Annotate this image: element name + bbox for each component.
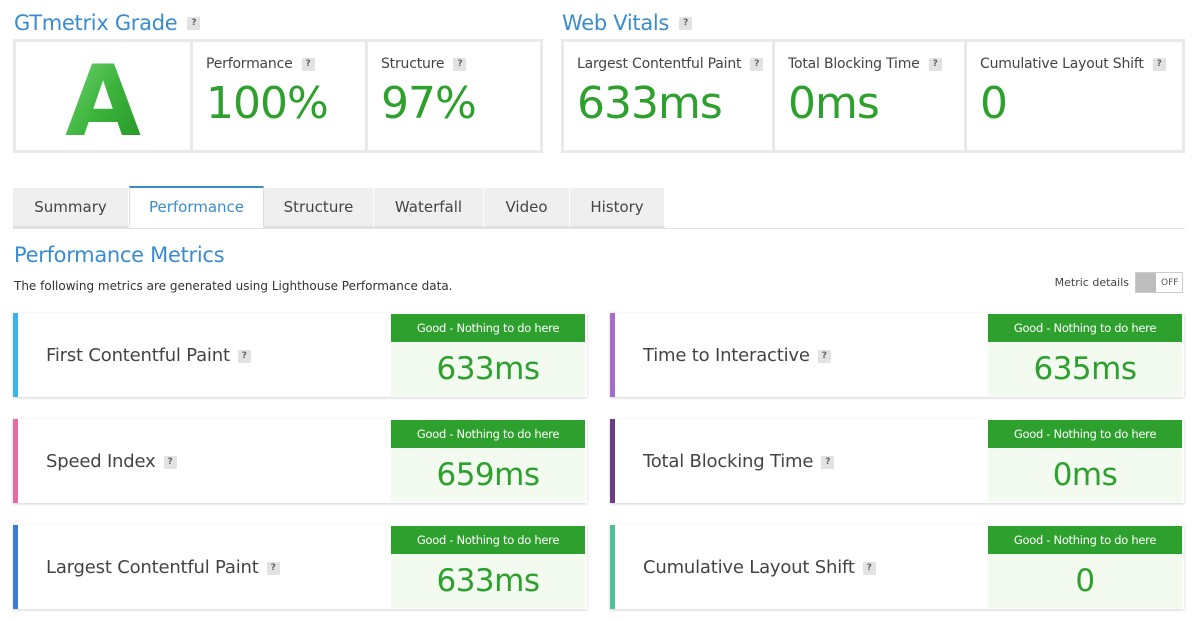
grade-letter-graphic: A xyxy=(65,51,141,141)
metric-details-label: Metric details xyxy=(1054,276,1129,289)
help-icon[interactable]: ? xyxy=(817,349,831,363)
metric-color-bar xyxy=(610,419,615,503)
metric-value: 633ms xyxy=(391,342,585,396)
tab-history[interactable]: History xyxy=(570,188,665,228)
toggle-knob xyxy=(1136,273,1156,292)
help-icon[interactable]: ? xyxy=(187,16,201,30)
status-badge: Good - Nothing to do here xyxy=(391,314,585,342)
metric-card-speed-index: Speed Index? Good - Nothing to do here 6… xyxy=(13,419,587,503)
help-icon[interactable]: ? xyxy=(237,349,251,363)
tab-structure[interactable]: Structure xyxy=(264,188,374,228)
metric-card-tti: Time to Interactive? Good - Nothing to d… xyxy=(610,313,1184,397)
metric-card-fcp: First Contentful Paint? Good - Nothing t… xyxy=(13,313,587,397)
vital-cls-cell: Cumulative Layout Shift? 0 xyxy=(967,42,1182,150)
toggle-state: OFF xyxy=(1161,277,1179,288)
grade-panel: A Performance? 100% Structure? 97% xyxy=(13,39,543,153)
metric-details-control: Metric details OFF xyxy=(1055,272,1183,293)
metric-color-bar xyxy=(610,525,615,609)
help-icon[interactable]: ? xyxy=(862,561,876,575)
tab-video[interactable]: Video xyxy=(484,188,570,228)
performance-score-cell: Performance? 100% xyxy=(193,42,365,150)
vital-cls-value: 0 xyxy=(980,78,1008,129)
status-badge: Good - Nothing to do here xyxy=(391,526,585,554)
structure-score: 97% xyxy=(381,78,477,129)
metric-value: 633ms xyxy=(391,554,585,608)
help-icon[interactable]: ? xyxy=(163,455,177,469)
help-icon[interactable]: ? xyxy=(453,57,467,71)
tab-summary[interactable]: Summary xyxy=(13,188,129,228)
vital-tbt-cell: Total Blocking Time? 0ms xyxy=(775,42,964,150)
metric-color-bar xyxy=(13,313,18,397)
tab-waterfall[interactable]: Waterfall xyxy=(374,188,484,228)
structure-score-cell: Structure? 97% xyxy=(368,42,540,150)
tab-performance[interactable]: Performance xyxy=(129,186,264,228)
vital-lcp-value: 633ms xyxy=(577,78,723,129)
web-vitals-panel: Largest Contentful Paint? 633ms Total Bl… xyxy=(561,39,1185,153)
metric-value: 0 xyxy=(988,554,1182,608)
status-badge: Good - Nothing to do here xyxy=(988,420,1182,448)
metric-value: 0ms xyxy=(988,448,1182,502)
metric-details-toggle[interactable]: OFF xyxy=(1135,272,1183,293)
report-tabs: Summary Performance Structure Waterfall … xyxy=(13,186,665,230)
vital-tbt-value: 0ms xyxy=(788,78,880,129)
help-icon[interactable]: ? xyxy=(821,455,835,469)
metric-color-bar xyxy=(13,419,18,503)
performance-metrics-title: Performance Metrics xyxy=(14,243,225,267)
performance-score: 100% xyxy=(206,78,329,129)
status-badge: Good - Nothing to do here xyxy=(988,314,1182,342)
help-icon[interactable]: ? xyxy=(679,16,693,30)
help-icon[interactable]: ? xyxy=(301,57,315,71)
gtmetrix-grade-title: GTmetrix Grade? xyxy=(14,11,201,35)
help-icon[interactable]: ? xyxy=(1152,57,1166,71)
metric-value: 635ms xyxy=(988,342,1182,396)
help-icon[interactable]: ? xyxy=(266,561,280,575)
grade-letter: A xyxy=(65,51,141,141)
web-vitals-title: Web Vitals? xyxy=(562,11,693,35)
help-icon[interactable]: ? xyxy=(750,57,764,71)
metric-color-bar xyxy=(13,525,18,609)
performance-metrics-description: The following metrics are generated usin… xyxy=(14,279,453,293)
metric-card-lcp: Largest Contentful Paint? Good - Nothing… xyxy=(13,525,587,609)
metric-value: 659ms xyxy=(391,448,585,502)
vital-lcp-cell: Largest Contentful Paint? 633ms xyxy=(564,42,772,150)
help-icon[interactable]: ? xyxy=(928,57,942,71)
grade-letter-cell: A xyxy=(16,42,190,150)
status-badge: Good - Nothing to do here xyxy=(391,420,585,448)
metric-card-tbt: Total Blocking Time? Good - Nothing to d… xyxy=(610,419,1184,503)
metric-card-cls: Cumulative Layout Shift? Good - Nothing … xyxy=(610,525,1184,609)
metric-color-bar xyxy=(610,313,615,397)
status-badge: Good - Nothing to do here xyxy=(988,526,1182,554)
